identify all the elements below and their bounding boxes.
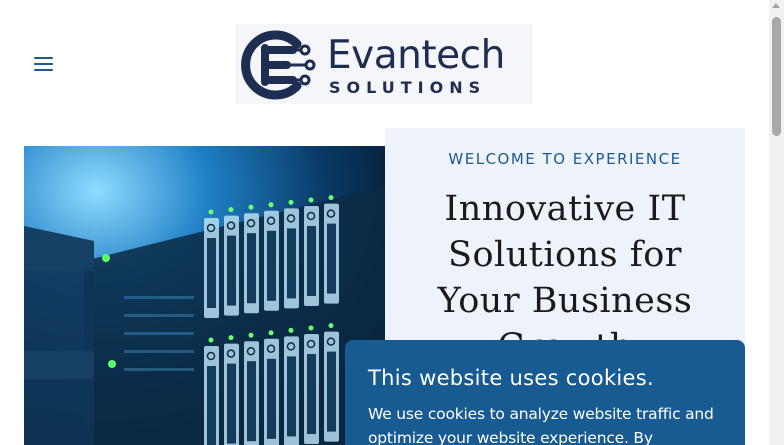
cookie-banner-title: This website uses cookies. <box>368 366 654 390</box>
scroll-up-arrow-icon[interactable] <box>772 3 780 8</box>
site-logo[interactable]: Evantech SOLUTIONS <box>235 24 533 104</box>
hero-title-line: Solutions for <box>448 235 682 275</box>
logo-wordmark: Evantech SOLUTIONS <box>327 34 505 98</box>
cookie-text-line: optimize your website experience. By <box>368 429 653 445</box>
hamburger-menu-icon[interactable] <box>34 56 54 72</box>
logo-name: Evantech <box>327 33 505 78</box>
cookie-banner-text: We use cookies to analyze website traffi… <box>368 402 722 445</box>
evantech-logo-mark-icon <box>241 30 316 100</box>
hero-title-line: Innovative IT <box>444 189 686 229</box>
cookie-banner: This website uses cookies. We use cookie… <box>345 340 745 445</box>
hero-server-image <box>24 146 385 445</box>
scrollbar-thumb[interactable] <box>772 17 781 136</box>
hero-eyebrow: WELCOME TO EXPERIENCE <box>448 150 682 168</box>
page-scrollbar[interactable] <box>769 0 784 445</box>
hero-title-line: Your Business <box>437 281 693 321</box>
cookie-text-line: We use cookies to analyze website traffi… <box>368 405 714 423</box>
site-header: Evantech SOLUTIONS <box>0 0 769 128</box>
logo-tagline: SOLUTIONS <box>329 78 487 97</box>
